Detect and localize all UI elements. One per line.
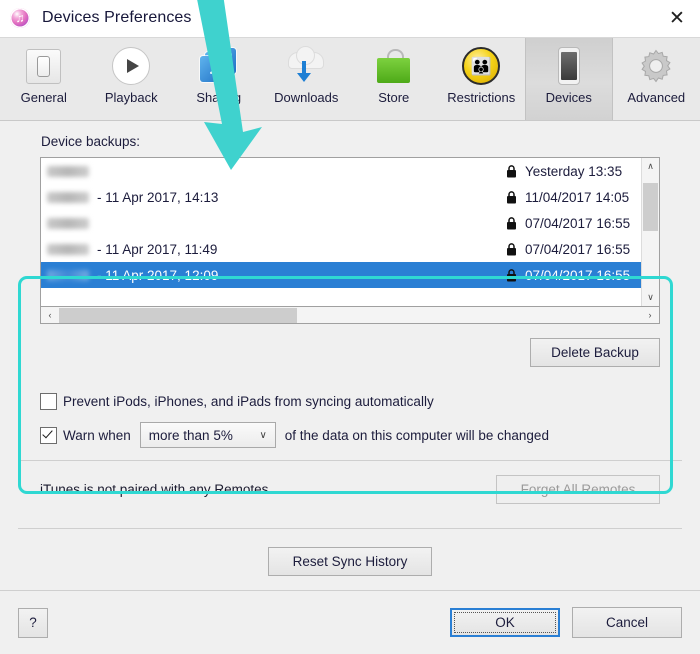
device-backups-list[interactable]: Yesterday 13:35 - 11 Apr 2017, 14:13 11/… xyxy=(40,157,660,324)
horizontal-scroll-track[interactable] xyxy=(59,307,641,323)
horizontal-scroll-thumb[interactable] xyxy=(59,307,297,323)
vertical-scroll-thumb[interactable] xyxy=(643,183,658,231)
prevent-sync-label: Prevent iPods, iPhones, and iPads from s… xyxy=(63,394,434,409)
shopping-bag-icon xyxy=(371,45,417,87)
lock-icon xyxy=(503,164,519,178)
warn-when-suffix: of the data on this computer will be cha… xyxy=(284,427,549,443)
lock-icon xyxy=(503,242,519,256)
tab-store-label: Store xyxy=(378,90,410,105)
prevent-sync-row[interactable]: Prevent iPods, iPhones, and iPads from s… xyxy=(40,393,682,410)
backup-name-date: - 11 Apr 2017, 12:09 xyxy=(97,267,219,283)
lock-icon xyxy=(503,216,519,230)
lock-icon xyxy=(503,190,519,204)
backup-name-redacted xyxy=(47,269,89,281)
restrictions-icon: 👪 xyxy=(458,45,504,87)
backup-date: 07/04/2017 16:55 xyxy=(525,241,631,257)
scroll-up-icon[interactable]: ∧ xyxy=(642,158,659,175)
table-row[interactable]: - 11 Apr 2017, 11:49 07/04/2017 16:55 xyxy=(41,236,641,262)
scroll-down-icon[interactable]: ∨ xyxy=(642,289,659,306)
preferences-toolbar: General Playback ♪ Sharing Downloads Sto… xyxy=(0,37,700,121)
cloud-download-icon xyxy=(283,45,329,87)
itunes-icon xyxy=(10,8,30,28)
vertical-scroll-track[interactable] xyxy=(642,175,659,289)
tab-general[interactable]: General xyxy=(0,38,88,120)
device-backups-label: Device backups: xyxy=(41,134,141,149)
tab-devices[interactable]: Devices xyxy=(525,38,613,120)
remotes-status-text: iTunes is not paired with any Remotes xyxy=(40,482,269,497)
table-row[interactable]: Yesterday 13:35 xyxy=(41,158,641,184)
scroll-left-icon[interactable]: ‹ xyxy=(41,308,59,323)
iphone-device-icon xyxy=(546,45,592,87)
tab-downloads[interactable]: Downloads xyxy=(263,38,351,120)
table-row-selected[interactable]: - 11 Apr 2017, 12:09 07/04/2017 16:55 xyxy=(41,262,641,288)
vertical-scrollbar[interactable]: ∧ ∨ xyxy=(641,158,659,306)
backup-date: Yesterday 13:35 xyxy=(525,163,623,179)
title-bar: Devices Preferences ✕ xyxy=(0,0,700,37)
table-row[interactable]: - 11 Apr 2017, 14:13 11/04/2017 14:05 xyxy=(41,184,641,210)
table-row[interactable]: 07/04/2017 16:55 xyxy=(41,210,641,236)
tab-general-label: General xyxy=(20,90,67,105)
reset-sync-history-button[interactable]: Reset Sync History xyxy=(268,547,432,576)
tab-downloads-label: Downloads xyxy=(274,90,339,105)
focus-ring xyxy=(454,612,556,633)
warn-when-checkbox[interactable] xyxy=(40,426,57,444)
tab-playback-label: Playback xyxy=(104,90,158,105)
backup-name-date: - 11 Apr 2017, 11:49 xyxy=(97,241,218,257)
backup-name-redacted xyxy=(47,165,89,177)
chevron-down-icon: ∨ xyxy=(259,429,267,441)
backup-date: 07/04/2017 16:55 xyxy=(525,215,631,231)
warn-when-row[interactable]: Warn when more than 5% ∨ of the data on … xyxy=(40,422,682,448)
ok-button[interactable]: OK xyxy=(450,608,560,637)
warn-threshold-value: more than 5% xyxy=(148,427,233,443)
tab-playback[interactable]: Playback xyxy=(88,38,176,120)
warn-threshold-select[interactable]: more than 5% ∨ xyxy=(139,422,276,448)
backup-date: 07/04/2017 16:55 xyxy=(525,267,631,283)
lock-icon xyxy=(503,268,519,282)
backups-listbox[interactable]: Yesterday 13:35 - 11 Apr 2017, 14:13 11/… xyxy=(40,157,660,307)
sync-options: Prevent iPods, iPhones, and iPads from s… xyxy=(18,367,682,448)
forget-all-remotes-button[interactable]: Forget All Remotes xyxy=(496,475,660,504)
warn-when-label: Warn when xyxy=(63,427,131,443)
help-button[interactable]: ? xyxy=(18,607,48,638)
backup-name-date: - 11 Apr 2017, 14:13 xyxy=(97,189,219,205)
window-title: Devices Preferences xyxy=(42,9,192,26)
tab-sharing-label: Sharing xyxy=(196,90,242,105)
tab-store[interactable]: Store xyxy=(350,38,438,120)
backup-name-redacted xyxy=(47,217,89,229)
play-circle-icon xyxy=(108,45,154,87)
tab-advanced[interactable]: Advanced xyxy=(613,38,700,120)
tab-restrictions[interactable]: 👪 Restrictions xyxy=(438,38,526,120)
scroll-right-icon[interactable]: › xyxy=(641,308,659,323)
sharing-music-icon: ♪ xyxy=(196,45,242,87)
horizontal-scrollbar[interactable]: ‹ › xyxy=(40,307,660,324)
prevent-sync-checkbox[interactable] xyxy=(40,393,57,410)
reset-sync-row: Reset Sync History xyxy=(18,529,682,576)
tab-devices-label: Devices xyxy=(545,90,592,105)
gear-icon xyxy=(633,45,679,87)
dialog-footer: ? OK Cancel xyxy=(0,590,700,654)
tab-sharing[interactable]: ♪ Sharing xyxy=(175,38,263,120)
close-icon[interactable]: ✕ xyxy=(654,0,700,36)
delete-backup-row: Delete Backup xyxy=(18,324,682,367)
general-switch-icon xyxy=(21,45,67,87)
devices-panel: Device backups: Yesterday 13:35 - 11 Apr… xyxy=(0,121,700,593)
backups-rows: Yesterday 13:35 - 11 Apr 2017, 14:13 11/… xyxy=(41,158,641,306)
backup-name-redacted xyxy=(47,191,89,203)
tab-restrictions-label: Restrictions xyxy=(447,90,516,105)
backup-date: 11/04/2017 14:05 xyxy=(525,189,630,205)
cancel-button[interactable]: Cancel xyxy=(572,607,682,638)
remotes-row: iTunes is not paired with any Remotes Fo… xyxy=(18,461,682,518)
tab-advanced-label: Advanced xyxy=(627,90,686,105)
backup-name-redacted xyxy=(47,243,89,255)
delete-backup-button[interactable]: Delete Backup xyxy=(530,338,660,367)
